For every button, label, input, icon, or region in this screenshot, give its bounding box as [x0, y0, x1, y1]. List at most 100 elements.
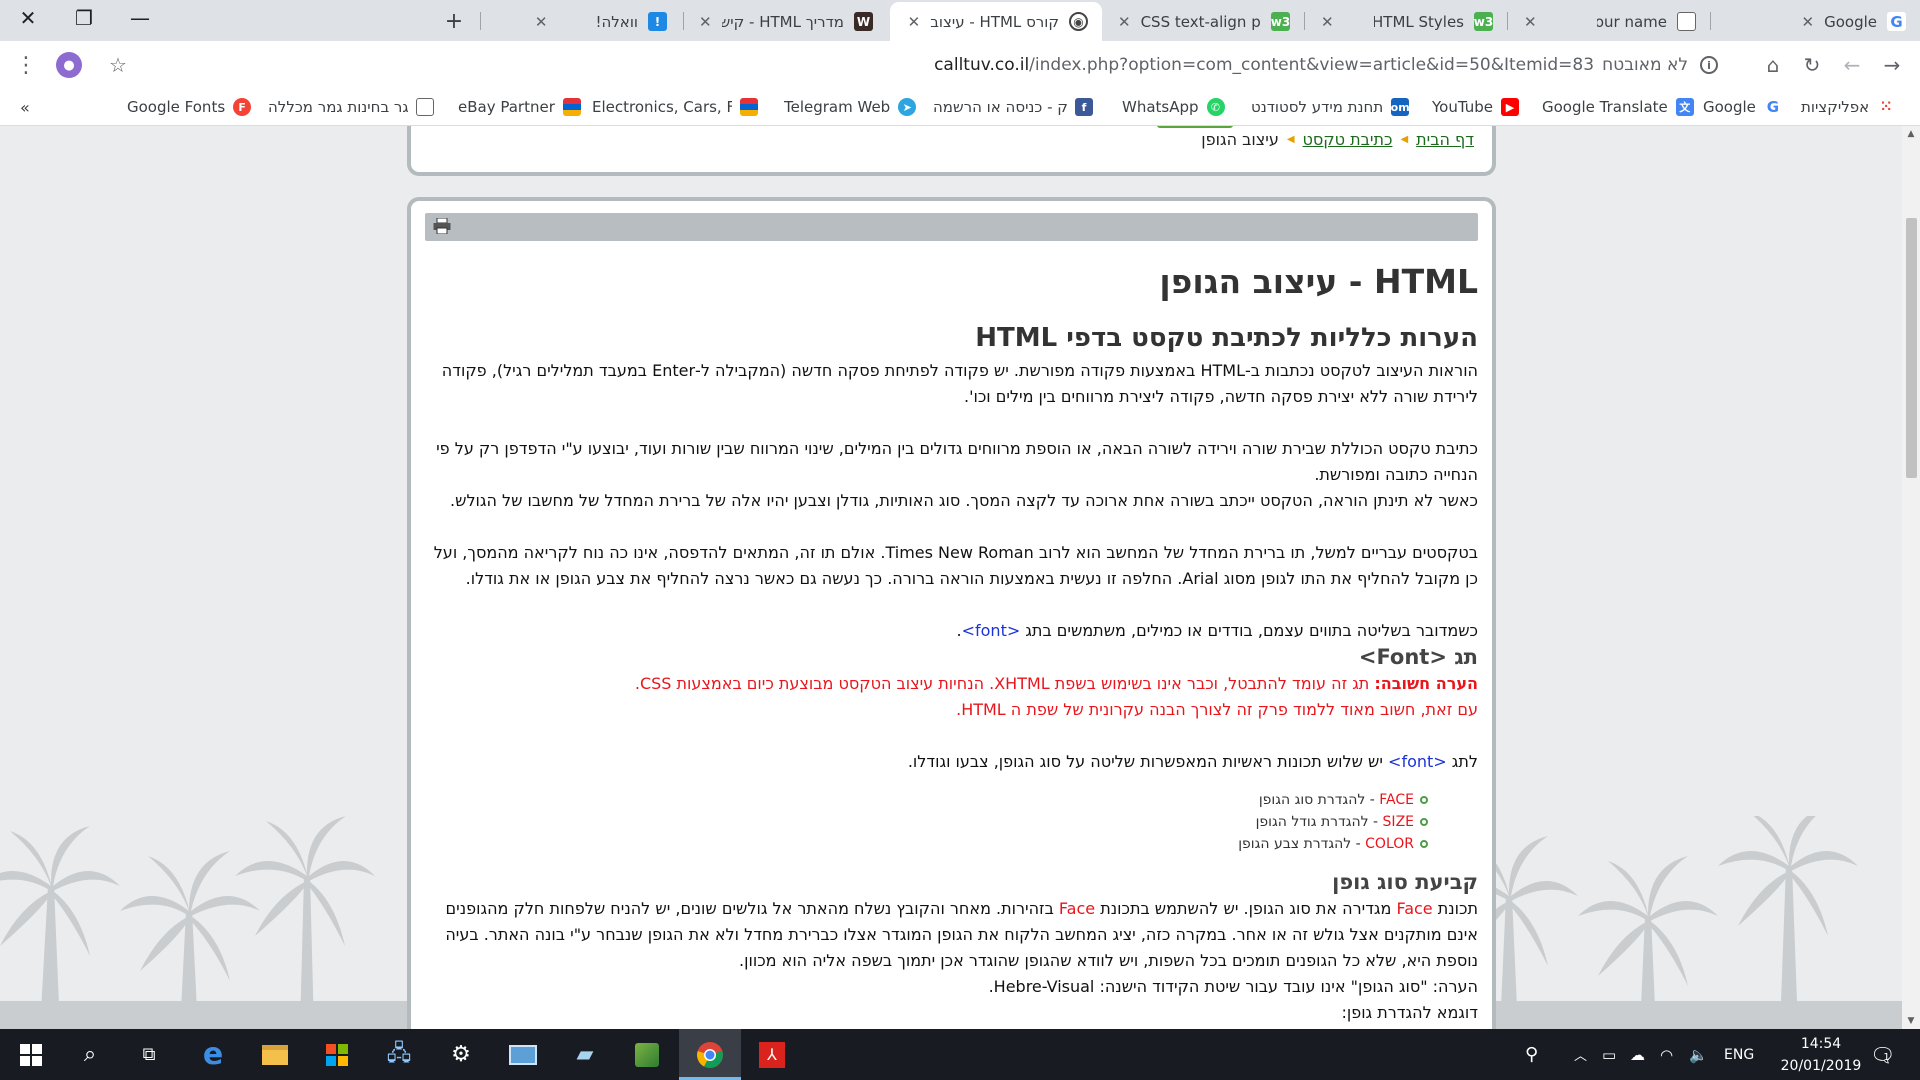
bookmarks-overflow-button[interactable]: « [20, 89, 30, 125]
task-view-icon[interactable]: ⧉ [118, 1029, 180, 1080]
windows-logo-icon [20, 1043, 42, 1066]
settings-gear-icon[interactable]: ⚙ [430, 1029, 492, 1080]
chrome-taskbar-icon[interactable] [679, 1029, 741, 1080]
new-tab-button[interactable]: + [438, 7, 470, 35]
bookmark-label: אפליקציות [1801, 98, 1870, 116]
tab-title: וואלה! [595, 12, 638, 31]
bookmark-student-info[interactable]: om תחנת מידע לסטודנט [1251, 89, 1410, 125]
close-window-button[interactable]: ✕ [0, 0, 56, 36]
bookmark-google[interactable]: G Google [1703, 89, 1782, 125]
breadcrumb-home-link[interactable]: דף הבית [1416, 130, 1474, 149]
address-bar[interactable]: calltuv.co.il/index.php?option=com_conte… [138, 46, 1730, 84]
page-title: HTML - עיצוב הגופן [1159, 262, 1478, 301]
bookmark-exam-archive[interactable]: מאגר בחינות גמר מכללה [268, 89, 434, 125]
article-box: HTML - עיצוב הגופן הערות כלליות לכתיבת ט… [407, 197, 1496, 1029]
start-button[interactable] [0, 1029, 62, 1080]
star-bookmark-icon[interactable]: ☆ [102, 49, 134, 81]
tray-overflow-icon[interactable]: ︿ [1574, 1029, 1587, 1080]
print-icon[interactable] [433, 218, 451, 234]
tab-google[interactable]: G Google ✕ [1712, 2, 1920, 41]
font-attribute-list: FACE - להגדרת סוג הגופן SIZE - להגדרת גו… [425, 789, 1478, 855]
close-tab-icon[interactable]: ✕ [908, 13, 921, 31]
paragraph-intro: הוראות העיצוב לטקסט נכתבות ב-HTML באמצעו… [441, 361, 1478, 406]
bookmark-ebay-partner[interactable]: eBay Partner [458, 89, 581, 125]
close-tab-icon[interactable]: ✕ [1524, 13, 1537, 31]
tab-title: מדריך HTML - קיש [721, 12, 844, 31]
url-domain: calltuv.co.il [934, 55, 1030, 75]
attribute-name: COLOR [1365, 836, 1414, 852]
search-button-edge[interactable] [1157, 126, 1233, 128]
note-label: הערה חשובה: [1374, 674, 1478, 693]
breadcrumb: דף הבית ◀ כתיבת טקסט ◀ עיצוב הגופן [1201, 130, 1474, 149]
file-explorer-icon[interactable] [244, 1029, 306, 1080]
bookmark-facebook[interactable]: f פייסבוק - כניסה או הרשמה [933, 89, 1093, 125]
bookmark-youtube[interactable]: ▶ YouTube [1432, 89, 1519, 125]
store-icon[interactable] [306, 1029, 368, 1080]
close-tab-icon[interactable]: ✕ [699, 13, 712, 31]
tab-html-course-active[interactable]: ◉ קורס HTML - עיצוב ✕ [890, 2, 1102, 41]
kebab-menu-icon[interactable]: ⋮ [10, 49, 42, 81]
close-tab-icon[interactable]: ✕ [1118, 13, 1131, 31]
bookmark-apps[interactable]: ⁙ אפליקציות [1801, 89, 1895, 125]
tab-css-text-align[interactable]: w3 CSS text-align property ✕ [1104, 2, 1304, 41]
scrollbar-thumb[interactable] [1906, 218, 1917, 478]
back-icon[interactable]: → [1876, 49, 1908, 81]
face-heading: קביעת סוג גופן [1332, 870, 1478, 894]
wifi-icon[interactable]: ◠ [1660, 1029, 1673, 1080]
network-app-icon[interactable]: 🖧 [368, 1029, 430, 1080]
forward-icon[interactable]: ← [1836, 49, 1868, 81]
paragraph-default-text: כאשר לא תינתן הוראה, הטקסט ייכתב בשורה א… [450, 491, 1478, 510]
package-app-icon[interactable] [616, 1029, 678, 1080]
info-icon[interactable]: i [1700, 56, 1718, 74]
notification-center-icon[interactable]: 🗨 1 [1870, 1029, 1895, 1080]
google-fonts-icon: F [233, 98, 252, 116]
tab-html-styles[interactable]: w3 HTML Styles ✕ [1307, 2, 1507, 41]
w3-green-icon: w3 [1474, 12, 1493, 31]
bookmark-whatsapp[interactable]: ✆ WhatsApp [1122, 89, 1225, 125]
notepad-icon[interactable]: ▰ [554, 1029, 616, 1080]
bookmark-google-translate[interactable]: 文 Google Translate [1542, 89, 1694, 125]
bookmark-google-fonts[interactable]: F Google Fonts [127, 89, 252, 125]
not-secure-label[interactable]: לא מאובטח [1602, 55, 1688, 75]
list-item: FACE - להגדרת סוג הגופן [425, 789, 1428, 811]
people-icon[interactable]: ⚲ [1525, 1029, 1538, 1080]
tab-walla[interactable]: ! וואלה! ✕ [481, 2, 681, 41]
tab-your-name[interactable]: Your name ✕ [1510, 2, 1710, 41]
list-item: SIZE - להגדרת גודל הגופן [425, 811, 1428, 833]
clock[interactable]: 14:54 20/01/2019 [1760, 1033, 1882, 1077]
close-tab-icon[interactable]: ✕ [1802, 13, 1815, 31]
scroll-up-arrow[interactable]: ▲ [1902, 126, 1920, 142]
bookmark-ebay-electronics[interactable]: Electronics, Cars, Fashion [592, 89, 758, 125]
reload-icon[interactable]: ↻ [1796, 49, 1828, 81]
profile-avatar[interactable]: ● [56, 52, 82, 78]
language-indicator[interactable]: ENG [1724, 1029, 1754, 1080]
edge-icon[interactable]: e [182, 1029, 244, 1080]
text: יש שלוש תכונות ראשיות המאפשרות שליטה על … [907, 752, 1389, 771]
article-content: HTML - עיצוב הגופן הערות כלליות לכתיבת ט… [411, 201, 1492, 1026]
search-icon[interactable]: ⌕ [59, 1029, 121, 1080]
important-note: הערה חשובה: תג זה עומד להתבטל, וכבר אינו… [425, 671, 1478, 697]
acrobat-icon[interactable]: ⅄ [741, 1029, 803, 1080]
volume-icon[interactable]: 🔈 [1689, 1029, 1708, 1080]
restore-window-button[interactable]: ❐ [56, 0, 112, 36]
url-text[interactable]: calltuv.co.il/index.php?option=com_conte… [934, 55, 1594, 75]
close-tab-icon[interactable]: ✕ [1321, 13, 1334, 31]
list-item: COLOR - להגדרת צבע הגופן [425, 833, 1428, 855]
breadcrumb-section-link[interactable]: כתיבת טקסט [1303, 130, 1393, 149]
scroll-down-arrow[interactable]: ▼ [1902, 1013, 1920, 1029]
windows-taskbar: ⌕ ⧉ e 🖧 ⚙ ▰ ⅄ ⚲ ︿ ▭ ☁ ◠ 🔈 ENG 14:54 20/0… [0, 1029, 1920, 1080]
paragraph-example: דוגמא להגדרת גופן: [1341, 1003, 1478, 1022]
battery-icon[interactable]: ▭ [1602, 1029, 1616, 1080]
translate-icon: 文 [1675, 98, 1694, 116]
bookmark-telegram[interactable]: ➤ Telegram Web [784, 89, 917, 125]
home-icon[interactable]: ⌂ [1757, 49, 1789, 81]
tab-kish-html-guide[interactable]: W מדריך HTML - קיש ✕ [685, 2, 887, 41]
paragraph-font-tag: כשמדובר בשליטה בתווים עצמם, בודדים או כמ… [425, 618, 1479, 644]
page-scrollbar[interactable]: ▲ ▼ [1902, 126, 1920, 1029]
minimize-window-button[interactable]: — [112, 0, 168, 36]
section-heading-general: הערות כלליות לכתיבת טקסט בדפי HTML [975, 323, 1478, 353]
telegram-icon: ➤ [898, 98, 917, 116]
outlook-card-icon[interactable] [492, 1029, 554, 1080]
onedrive-cloud-icon[interactable]: ☁ [1630, 1029, 1645, 1080]
close-tab-icon[interactable]: ✕ [535, 13, 548, 31]
